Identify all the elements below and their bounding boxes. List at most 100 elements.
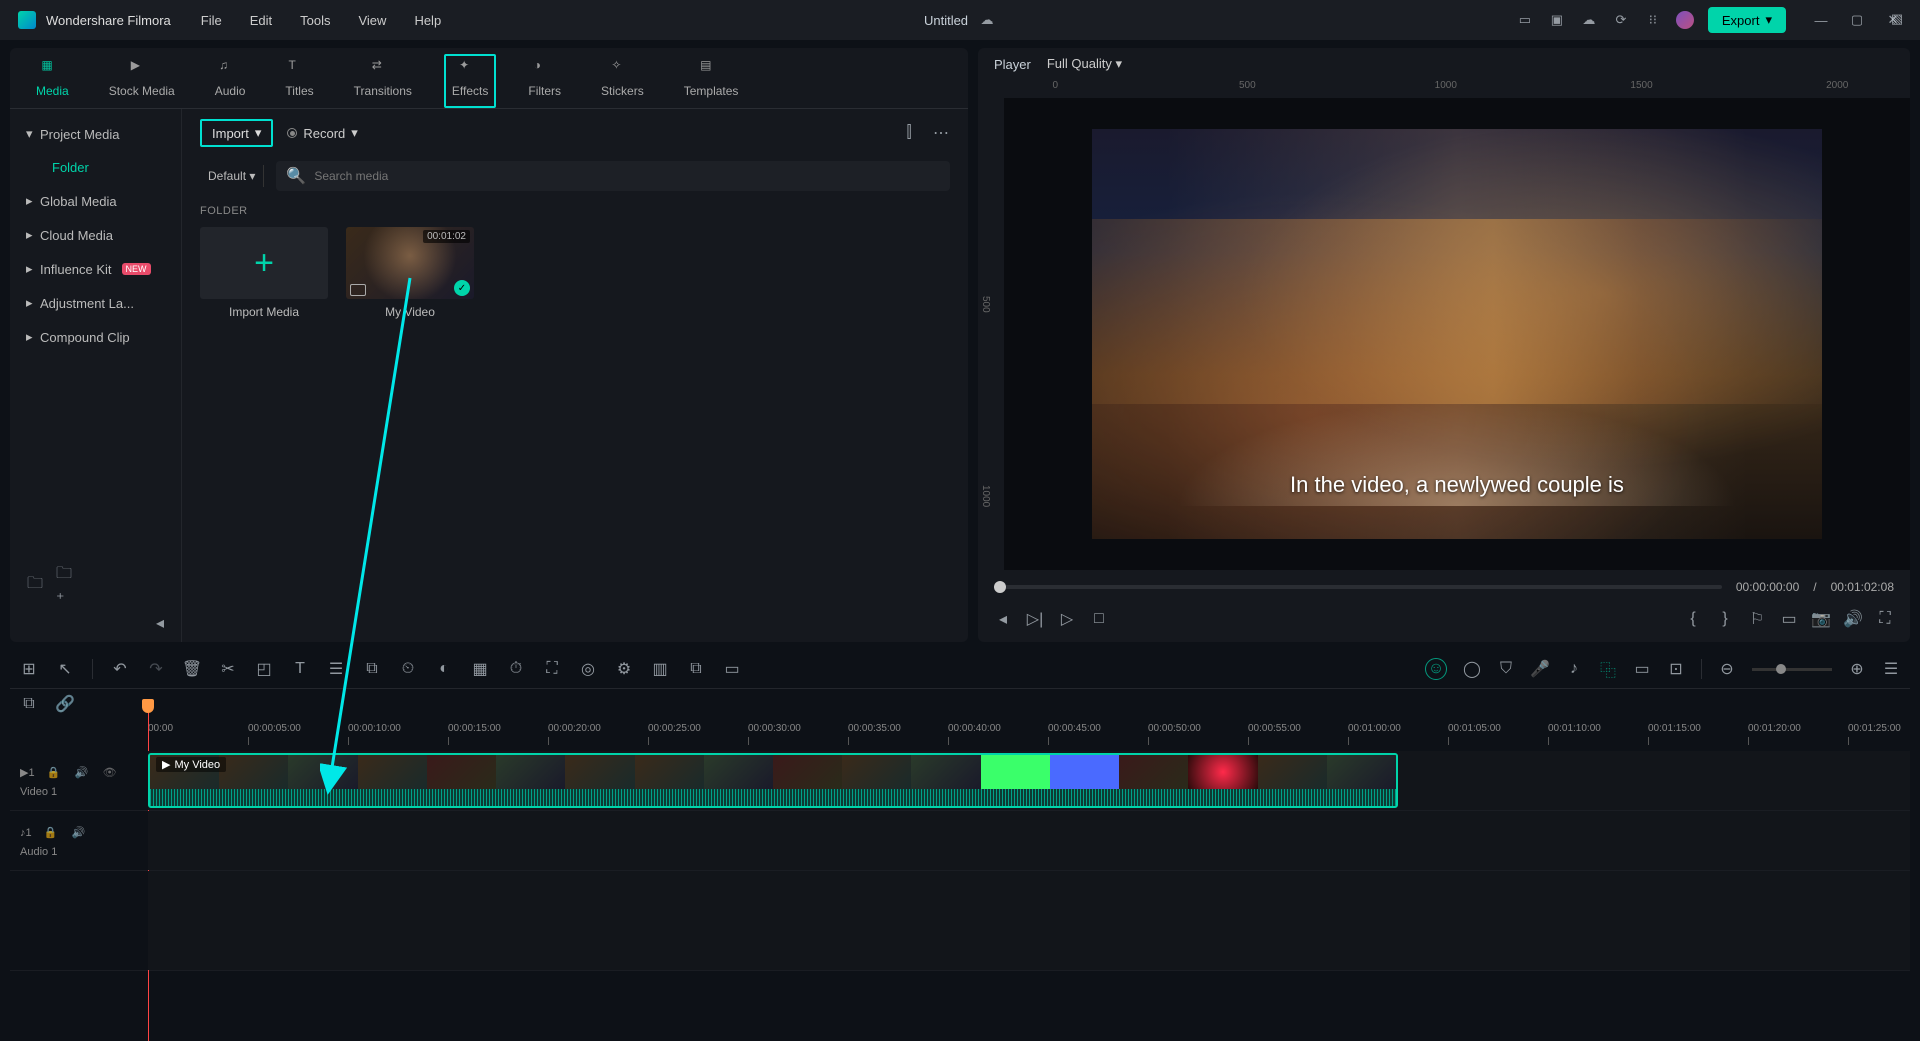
- tab-effects[interactable]: ✦Effects: [444, 54, 496, 108]
- sidebar-item-adjustment-layer[interactable]: ▸Adjustment La...: [10, 286, 181, 320]
- speed-icon[interactable]: ⏲: [399, 660, 417, 678]
- menu-edit[interactable]: Edit: [250, 13, 272, 28]
- zoom-out-icon[interactable]: ⊖: [1718, 660, 1736, 678]
- zoom-in-icon[interactable]: ⊕: [1848, 660, 1866, 678]
- sort-select[interactable]: Default ▾: [200, 165, 264, 187]
- lock-icon[interactable]: 🔒: [42, 824, 60, 842]
- redo-icon[interactable]: ↷: [147, 660, 165, 678]
- link-icon[interactable]: ⧉: [363, 660, 381, 678]
- import-button[interactable]: Import▾: [200, 119, 273, 147]
- snapshot-icon[interactable]: ▧: [1888, 10, 1906, 28]
- adjust-icon[interactable]: ⚙: [615, 660, 633, 678]
- menu-help[interactable]: Help: [414, 13, 441, 28]
- menu-file[interactable]: File: [201, 13, 222, 28]
- music-icon[interactable]: ♪: [1565, 660, 1583, 678]
- ai-icon[interactable]: ☺: [1425, 658, 1447, 680]
- prev-frame-icon[interactable]: ◂: [994, 610, 1012, 628]
- video-preview[interactable]: In the video, a newlywed couple is: [1012, 104, 1902, 564]
- color-icon[interactable]: ◐: [435, 660, 453, 678]
- list-view-icon[interactable]: ☰: [1882, 660, 1900, 678]
- fullscreen-icon[interactable]: ⛶: [1876, 610, 1894, 628]
- volume-icon[interactable]: 🔊: [1844, 610, 1862, 628]
- tab-templates[interactable]: ▤Templates: [676, 54, 747, 108]
- mic-icon[interactable]: 🎤: [1531, 660, 1549, 678]
- sidebar-item-compound-clip[interactable]: ▸Compound Clip: [10, 320, 181, 354]
- effects-tl-icon[interactable]: ▦: [471, 660, 489, 678]
- monitor-icon[interactable]: ▭: [1633, 660, 1651, 678]
- play-prev-icon[interactable]: ▷|: [1026, 610, 1044, 628]
- cut-icon[interactable]: ✂: [219, 660, 237, 678]
- undo-icon[interactable]: ↶: [111, 660, 129, 678]
- import-media-tile[interactable]: + Import Media: [200, 227, 328, 319]
- display-icon[interactable]: ▭: [1780, 610, 1798, 628]
- timer-icon[interactable]: ⏱: [507, 660, 525, 678]
- lock-icon[interactable]: 🔒: [45, 764, 63, 782]
- tab-filters[interactable]: ◑Filters: [520, 54, 569, 108]
- maximize-icon[interactable]: ▢: [1848, 11, 1866, 29]
- minimize-icon[interactable]: —: [1812, 11, 1830, 29]
- more-icon[interactable]: ⋯: [932, 124, 950, 142]
- grid-icon[interactable]: ⊞: [20, 660, 38, 678]
- tab-stock-media[interactable]: ▶Stock Media: [101, 54, 183, 108]
- media-clip-tile[interactable]: 00:01:02 ✓ My Video: [346, 227, 474, 319]
- export-button[interactable]: Export ▾: [1708, 7, 1786, 33]
- camera-icon[interactable]: 📷: [1812, 610, 1830, 628]
- bracket-close-icon[interactable]: }: [1716, 610, 1734, 628]
- sidebar-item-cloud-media[interactable]: ▸Cloud Media: [10, 218, 181, 252]
- sidebar-item-global-media[interactable]: ▸Global Media: [10, 184, 181, 218]
- menu-tools[interactable]: Tools: [300, 13, 330, 28]
- text-icon[interactable]: T: [291, 660, 309, 678]
- quality-select[interactable]: Full Quality ▾: [1047, 56, 1122, 72]
- crop-icon[interactable]: ◰: [255, 660, 273, 678]
- user-avatar-icon[interactable]: [1676, 11, 1694, 29]
- search-box[interactable]: 🔍: [276, 161, 950, 191]
- tab-audio[interactable]: ♫Audio: [207, 54, 254, 108]
- cloud-icon[interactable]: ☁: [1580, 11, 1598, 29]
- play-icon[interactable]: ▷: [1058, 610, 1076, 628]
- timeline-layout-icon[interactable]: ⧉: [20, 695, 38, 713]
- eye-icon[interactable]: ◎: [579, 660, 597, 678]
- help-icon[interactable]: ⟳: [1612, 11, 1630, 29]
- playhead-handle-icon[interactable]: [142, 699, 154, 713]
- render-icon[interactable]: ▭: [723, 660, 741, 678]
- stop-icon[interactable]: □: [1090, 610, 1108, 628]
- expand-icon[interactable]: ⛶: [543, 660, 561, 678]
- compound-icon[interactable]: ⧉: [687, 660, 705, 678]
- sidebar-item-influence-kit[interactable]: ▸Influence KitNEW: [10, 252, 181, 286]
- pointer-icon[interactable]: ↖: [56, 660, 74, 678]
- sidebar-item-project-media[interactable]: ▾Project Media: [10, 117, 181, 151]
- mute-icon[interactable]: 🔊: [73, 764, 91, 782]
- layout-icon[interactable]: ▭: [1516, 11, 1534, 29]
- apps-icon[interactable]: ⁝⁝: [1644, 11, 1662, 29]
- tab-media[interactable]: ▦Media: [28, 54, 77, 108]
- search-input[interactable]: [314, 169, 940, 183]
- delete-icon[interactable]: 🗑: [183, 660, 201, 678]
- group-icon[interactable]: ▥: [651, 660, 669, 678]
- new-folder-icon[interactable]: 🗀⁺: [56, 576, 74, 594]
- marker-icon[interactable]: ⚐: [1748, 610, 1766, 628]
- mixer-icon[interactable]: ⿻: [1599, 660, 1617, 678]
- collapse-sidebar-icon[interactable]: ◂: [151, 614, 169, 632]
- mute-icon[interactable]: 🔊: [70, 824, 88, 842]
- track-icon[interactable]: ☰: [327, 660, 345, 678]
- cloud-sync-icon[interactable]: ☁: [978, 11, 996, 29]
- folder-icon[interactable]: 🗀: [26, 576, 44, 594]
- record-button[interactable]: Record▾: [287, 125, 357, 141]
- menu-view[interactable]: View: [358, 13, 386, 28]
- zoom-slider[interactable]: [1752, 668, 1832, 671]
- visible-icon[interactable]: 👁: [101, 764, 119, 782]
- timeline-ruler[interactable]: 00:0000:00:05:0000:00:10:0000:00:15:0000…: [10, 719, 1910, 751]
- sidebar-item-folder[interactable]: Folder: [10, 151, 181, 184]
- shield-icon[interactable]: ⛉: [1497, 660, 1515, 678]
- tab-stickers[interactable]: ✧Stickers: [593, 54, 652, 108]
- circle-icon[interactable]: ◯: [1463, 660, 1481, 678]
- screenshot-icon[interactable]: ▣: [1548, 11, 1566, 29]
- tab-titles[interactable]: TTitles: [277, 54, 321, 108]
- player-scrubber[interactable]: [994, 585, 1722, 589]
- video-clip[interactable]: ▶My Video: [148, 753, 1398, 808]
- tab-transitions[interactable]: ⇄Transitions: [346, 54, 420, 108]
- nine-icon[interactable]: ⊡: [1667, 660, 1685, 678]
- timeline-link-icon[interactable]: 🔗: [56, 695, 74, 713]
- filter-icon[interactable]: ⫿: [900, 124, 918, 142]
- bracket-open-icon[interactable]: {: [1684, 610, 1702, 628]
